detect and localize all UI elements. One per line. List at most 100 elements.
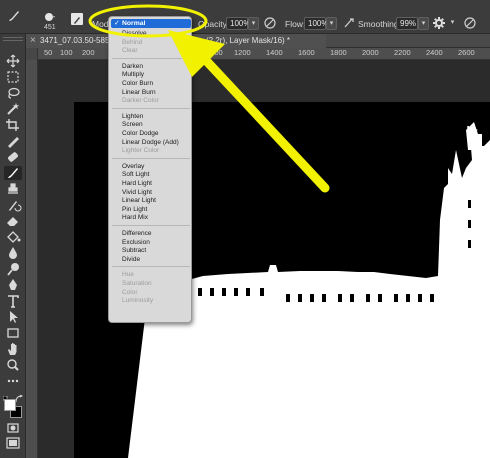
- path-selection-tool-icon[interactable]: [4, 310, 22, 324]
- blend-mode-item[interactable]: Exclusion: [122, 239, 150, 247]
- blend-mode-item[interactable]: Pin Light: [122, 206, 147, 214]
- blend-mode-item: Luminosity: [122, 297, 154, 305]
- ruler-tick-label: 1000: [206, 48, 223, 57]
- menu-separator: [112, 107, 190, 109]
- pen-tool-icon[interactable]: [4, 278, 22, 292]
- blend-mode-item: Hue: [122, 271, 134, 279]
- ruler-tick-label: 1200: [234, 48, 251, 57]
- vertical-ruler: [26, 60, 38, 458]
- ruler-tick-label: 200: [82, 48, 95, 57]
- blend-mode-item[interactable]: Color Dodge: [122, 130, 159, 138]
- brush-tool-active-icon[interactable]: [4, 166, 22, 180]
- blend-mode-item[interactable]: Color Burn: [122, 80, 153, 88]
- swap-colors-icon[interactable]: [15, 390, 24, 403]
- default-colors-icon[interactable]: [2, 390, 11, 404]
- ruler-tick-label: 1600: [298, 48, 315, 57]
- flow-caret[interactable]: ▾: [326, 17, 337, 30]
- blend-mode-item[interactable]: Darken: [122, 63, 143, 71]
- opacity-label: Opacity:: [198, 19, 230, 29]
- marquee-tool-icon[interactable]: [4, 70, 22, 84]
- opacity-caret[interactable]: ▾: [248, 17, 259, 30]
- blend-mode-item[interactable]: Hard Mix: [122, 214, 148, 222]
- blend-mode-item: Color: [122, 288, 138, 296]
- blend-mode-item[interactable]: Linear Burn: [122, 89, 156, 97]
- blend-mode-item[interactable]: Dissolve: [122, 30, 147, 38]
- menu-separator: [112, 225, 190, 226]
- ruler-tick-label: 1400: [266, 48, 283, 57]
- blend-mode-selected-label: Normal: [122, 20, 146, 27]
- airbrush-icon[interactable]: [342, 16, 356, 30]
- pressure-opacity-icon[interactable]: [263, 16, 277, 30]
- healing-brush-tool-icon[interactable]: [4, 150, 22, 164]
- blend-mode-item[interactable]: Subtract: [122, 247, 146, 255]
- blend-mode-item[interactable]: Difference: [122, 230, 152, 238]
- ruler-tick-label: 2600: [458, 48, 475, 57]
- opacity-field[interactable]: 100%: [226, 17, 250, 30]
- flow-label: Flow:: [285, 19, 306, 29]
- smoothing-caret[interactable]: ▾: [418, 17, 429, 30]
- smoothing-label: Smoothing:: [358, 19, 401, 29]
- blend-mode-item: Behind: [122, 38, 143, 46]
- menu-separator: [112, 57, 190, 59]
- ruler-origin[interactable]: [26, 48, 38, 60]
- tools-panel-header: [3, 37, 23, 41]
- crop-tool-icon[interactable]: [4, 118, 22, 132]
- blend-mode-menu[interactable]: ✓ Normal Dissolve Behind Clear Darken Multip…: [108, 16, 192, 323]
- menu-separator: [112, 266, 190, 268]
- lasso-tool-icon[interactable]: [4, 86, 22, 100]
- blend-mode-normal-item[interactable]: ✓ Normal: [111, 19, 191, 28]
- edit-toolbar-icon[interactable]: [4, 374, 22, 388]
- tools-panel: [0, 34, 26, 458]
- foreground-color-swatch[interactable]: [4, 399, 16, 411]
- blend-mode-item[interactable]: Linear Light: [122, 197, 156, 205]
- blend-mode-item[interactable]: Soft Light: [122, 171, 149, 179]
- type-tool-icon[interactable]: [4, 294, 22, 308]
- rectangle-tool-icon[interactable]: [4, 326, 22, 340]
- blur-tool-icon[interactable]: [4, 246, 22, 260]
- ruler-tick-label: 2200: [394, 48, 411, 57]
- ruler-tick-label: 2400: [426, 48, 443, 57]
- blend-mode-item[interactable]: Linear Dodge (Add): [122, 139, 179, 147]
- pressure-size-icon[interactable]: [463, 16, 477, 30]
- zoom-tool-icon[interactable]: [4, 358, 22, 372]
- layer-mask-image: [38, 60, 490, 458]
- ruler-tick-label: 50: [44, 48, 53, 57]
- menu-separator: [112, 157, 190, 159]
- blend-mode-item: Darker Color: [122, 97, 159, 105]
- blend-mode-item[interactable]: Divide: [122, 256, 140, 264]
- quick-selection-tool-icon[interactable]: [4, 102, 22, 116]
- eyedropper-tool-icon[interactable]: [4, 134, 22, 148]
- options-bar: 451 Mode: Opacity: 100% ▾ Flow: 100% ▾ S…: [0, 0, 490, 34]
- smoothing-gear-icon[interactable]: [432, 16, 446, 30]
- brush-settings-icon[interactable]: [71, 13, 83, 25]
- blend-mode-item[interactable]: Overlay: [122, 163, 144, 171]
- blend-mode-item[interactable]: Multiply: [122, 71, 144, 79]
- move-tool-icon[interactable]: [4, 54, 22, 68]
- close-tab-icon[interactable]: ×: [30, 34, 36, 48]
- eraser-tool-icon[interactable]: [4, 214, 22, 228]
- dodge-tool-icon[interactable]: [4, 262, 22, 276]
- blend-mode-item: Lighter Color: [122, 147, 160, 155]
- screen-mode-icon[interactable]: [4, 436, 22, 450]
- smoothing-field[interactable]: 99%: [396, 17, 418, 30]
- quick-mask-icon[interactable]: [4, 421, 22, 435]
- canvas-area[interactable]: [38, 60, 490, 458]
- ruler-tick-label: 2000: [362, 48, 379, 57]
- hand-tool-icon[interactable]: [4, 342, 22, 356]
- blend-mode-item[interactable]: Screen: [122, 121, 143, 129]
- brush-preset-icon[interactable]: [42, 10, 56, 22]
- brush-tool-icon[interactable]: [6, 8, 22, 24]
- clone-stamp-tool-icon[interactable]: [4, 182, 22, 196]
- history-brush-tool-icon[interactable]: [4, 198, 22, 212]
- blend-mode-item[interactable]: Vivid Light: [122, 189, 152, 197]
- document-tab-bar: × 3471_07.03.50-585 (2.2r), Layer Mask/1…: [26, 34, 490, 48]
- flow-field[interactable]: 100%: [304, 17, 328, 30]
- selected-check-icon: ✓: [114, 20, 120, 27]
- blend-mode-item[interactable]: Lighten: [122, 113, 143, 121]
- horizontal-ruler: 50 100 200 400 600 800 1000 1200 1400 16…: [26, 48, 490, 60]
- document-tab-title-suffix: (2.2r), Layer Mask/16) *: [206, 36, 291, 45]
- paint-bucket-tool-icon[interactable]: [4, 230, 22, 244]
- blend-mode-item[interactable]: Hard Light: [122, 180, 152, 188]
- document-tab-title: 3471_07.03.50-585: [40, 36, 110, 45]
- smoothing-options-caret[interactable]: ▾: [447, 17, 458, 30]
